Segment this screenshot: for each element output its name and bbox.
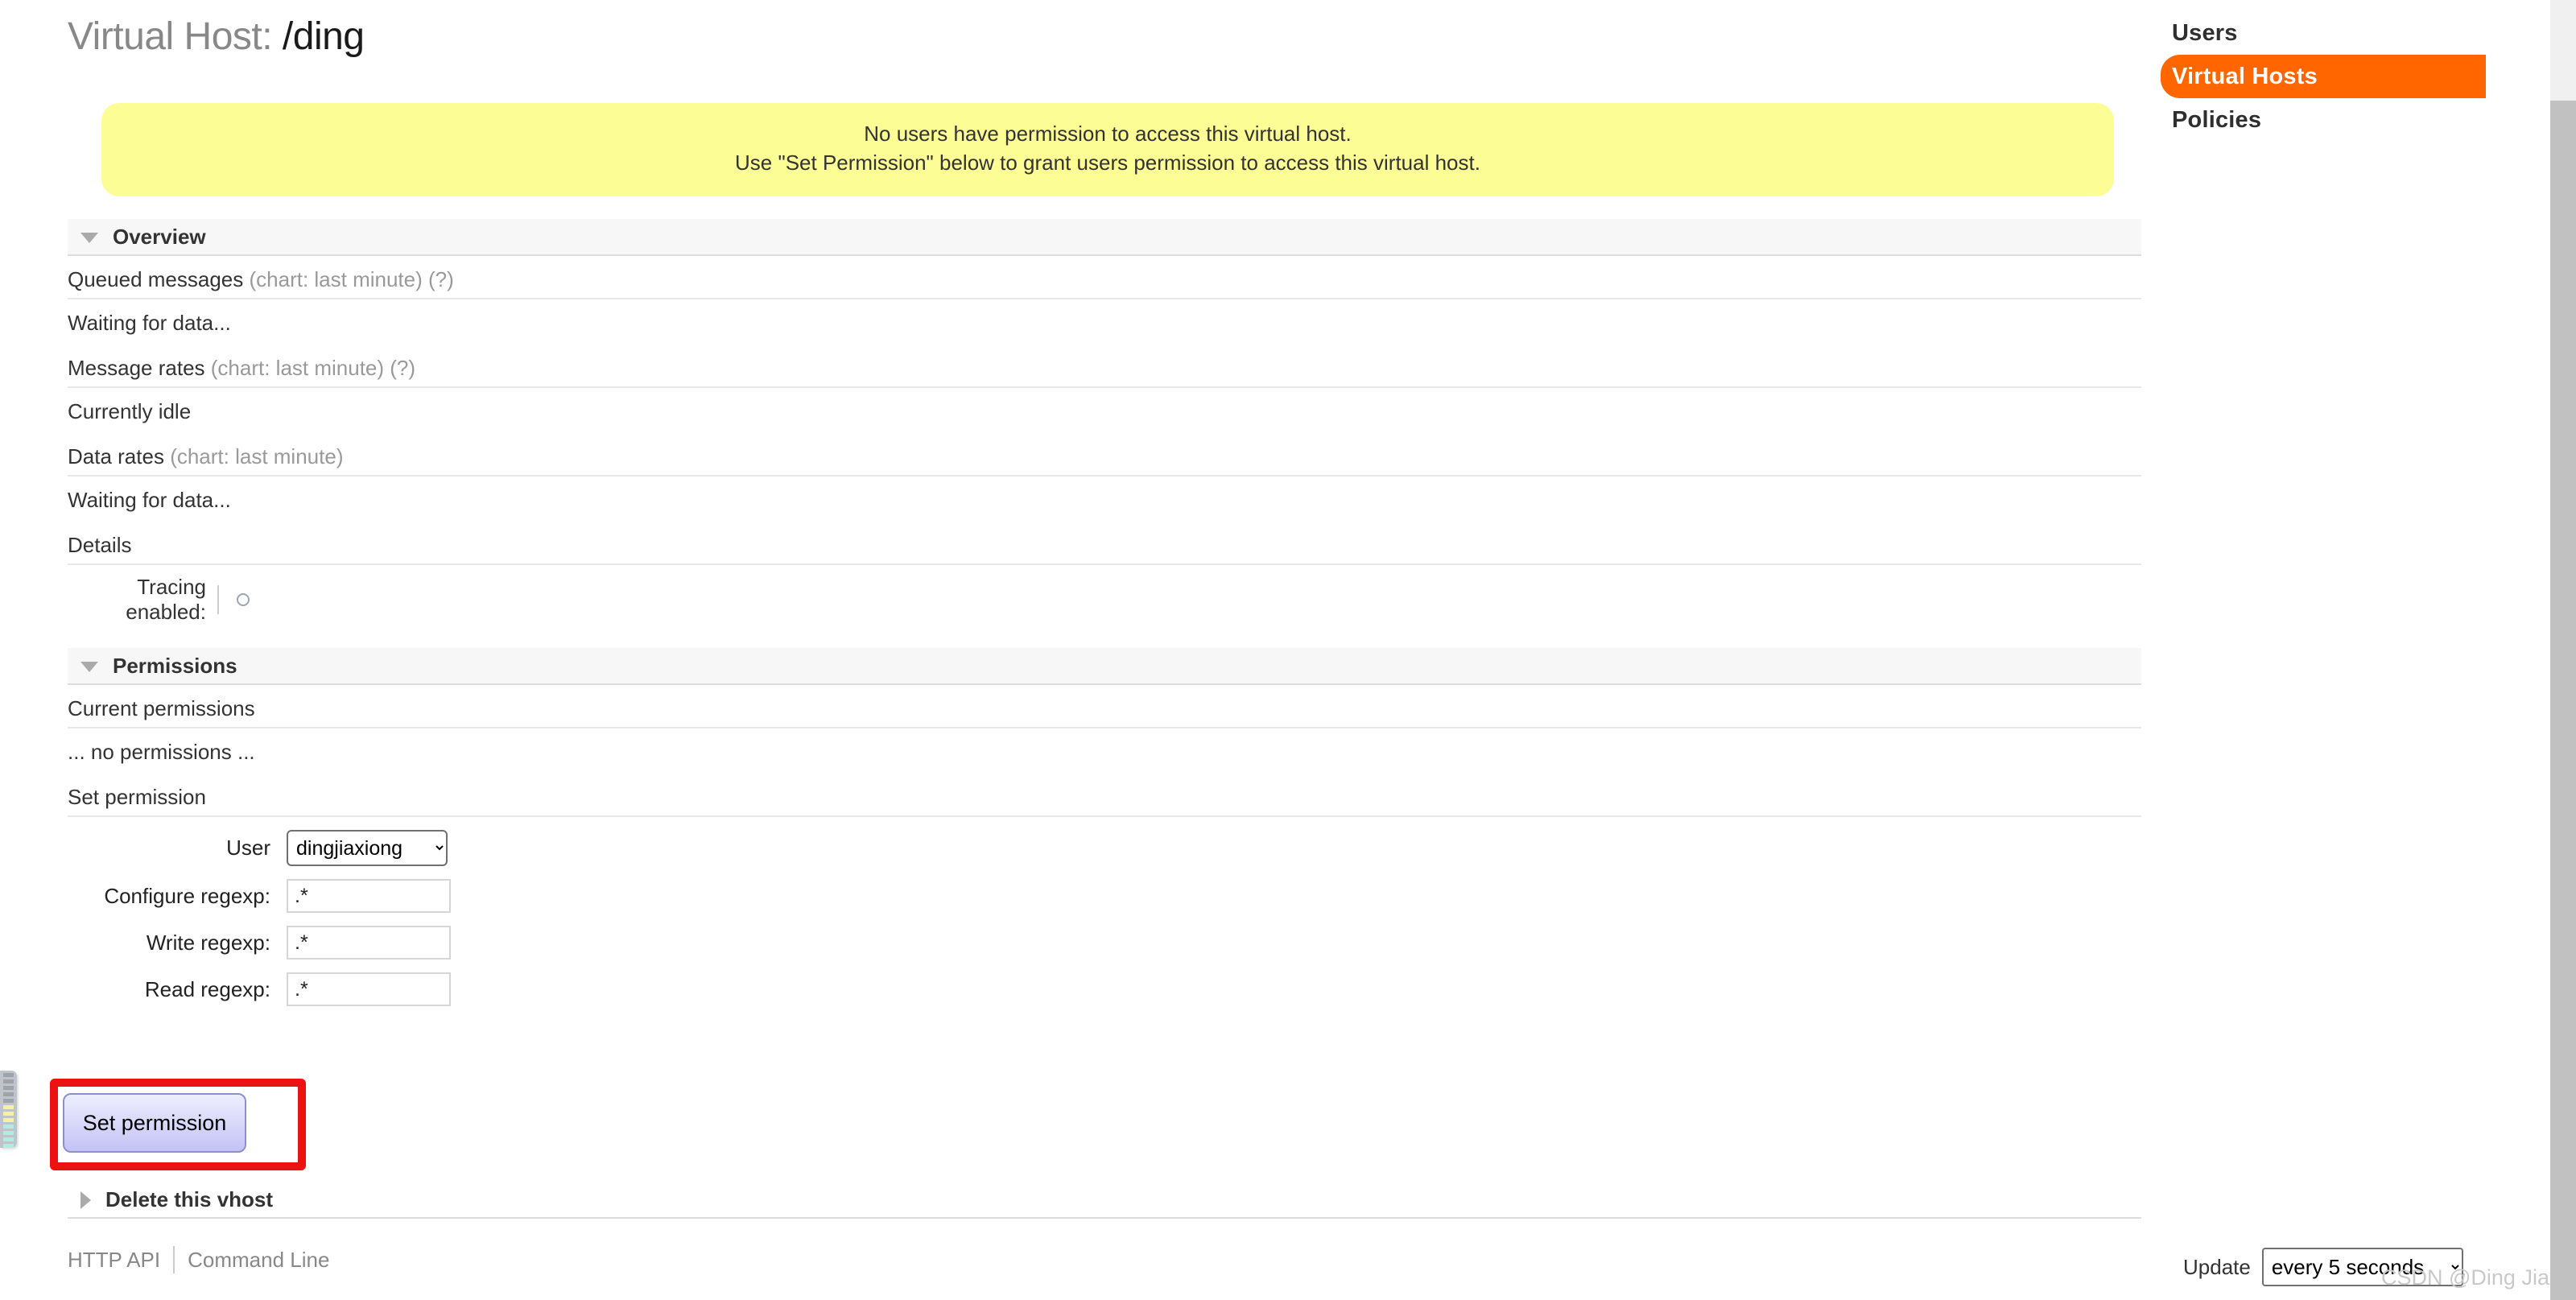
write-regexp-row: Write regexp: — [68, 926, 2141, 960]
data-rates-status: Waiting for data... — [68, 488, 231, 512]
sidebar-item-label: Users — [2172, 20, 2238, 46]
command-line-link[interactable]: Command Line — [188, 1248, 329, 1273]
tracing-enabled-row: Tracing enabled: — [68, 565, 2141, 633]
data-rates-note[interactable]: (chart: last minute) — [170, 444, 343, 468]
user-select[interactable]: dingjiaxiong — [287, 830, 448, 866]
overview-section-header[interactable]: Overview — [68, 219, 2141, 256]
delete-vhost-title: Delete this vhost — [105, 1187, 274, 1211]
sidebar-item-users[interactable]: Users — [2161, 11, 2550, 55]
handle-stripe — [3, 1086, 14, 1090]
configure-regexp-label: Configure regexp: — [104, 883, 270, 908]
queued-messages-note[interactable]: (chart: last minute) (?) — [249, 267, 453, 291]
queued-messages-label: Queued messages — [68, 267, 244, 291]
handle-stripe — [3, 1099, 14, 1103]
handle-stripe — [3, 1131, 14, 1135]
queued-messages-row: Queued messages (chart: last minute) (?) — [68, 256, 2141, 299]
sidebar-item-label: Policies — [2172, 107, 2262, 133]
permissions-section: Permissions Current permissions ... no p… — [68, 648, 2141, 1006]
warning-line-2: Use "Set Permission" below to grant user… — [735, 151, 1480, 175]
handle-stripe — [3, 1137, 14, 1141]
read-regexp-label: Read regexp: — [144, 976, 270, 1001]
message-rates-status: Currently idle — [68, 399, 192, 423]
handle-stripe — [3, 1144, 14, 1148]
page-root: Virtual Host: /ding No users have permis… — [0, 0, 2576, 1300]
update-label: Update — [2183, 1254, 2251, 1279]
read-regexp-input[interactable] — [287, 972, 451, 1006]
read-regexp-row: Read regexp: — [68, 972, 2141, 1006]
handle-stripe — [3, 1112, 14, 1116]
tracing-enabled-label: Tracing enabled: — [126, 575, 206, 624]
handle-stripe — [3, 1125, 14, 1129]
divider — [217, 585, 219, 614]
warning-line-1: No users have permission to access this … — [864, 122, 1352, 146]
sidebar-nav: Users Virtual Hosts Policies — [2161, 11, 2550, 142]
user-label: User — [226, 836, 270, 860]
left-edge-drag-handle[interactable] — [0, 1071, 17, 1148]
permissions-section-header[interactable]: Permissions — [68, 648, 2141, 685]
set-permission-label: Set permission — [68, 774, 2141, 817]
queued-messages-status: Waiting for data... — [68, 311, 231, 335]
overview-section-title: Overview — [113, 224, 206, 249]
handle-stripe — [3, 1079, 14, 1083]
delete-vhost-header[interactable]: Delete this vhost — [68, 1182, 2141, 1219]
main-content: Virtual Host: /ding No users have permis… — [0, 0, 2151, 1273]
configure-regexp-row: Configure regexp: — [68, 879, 2141, 913]
current-permissions-label: Current permissions — [68, 685, 2141, 728]
page-title: Virtual Host: /ding — [0, 0, 2151, 59]
data-rates-label: Data rates — [68, 444, 164, 468]
handle-stripe — [3, 1073, 14, 1077]
footer-links: HTTP API Command Line — [68, 1246, 329, 1273]
tracing-enabled-radio-icon[interactable] — [237, 593, 250, 606]
no-permission-warning: No users have permission to access this … — [101, 103, 2114, 196]
divider — [173, 1246, 175, 1273]
handle-stripe — [3, 1105, 14, 1109]
page-title-vhost: /ding — [282, 15, 365, 58]
write-regexp-input[interactable] — [287, 926, 451, 960]
set-permission-button[interactable]: Set permission — [63, 1093, 246, 1153]
message-rates-row: Message rates (chart: last minute) (?) — [68, 345, 2141, 388]
configure-regexp-input[interactable] — [287, 879, 451, 913]
scrollbar-thumb[interactable] — [2550, 101, 2576, 1300]
sidebar-item-virtual-hosts[interactable]: Virtual Hosts — [2161, 55, 2486, 98]
chevron-down-icon[interactable] — [80, 232, 98, 243]
message-rates-note[interactable]: (chart: last minute) (?) — [211, 356, 415, 380]
handle-stripe — [3, 1118, 14, 1122]
permissions-section-title: Permissions — [113, 653, 237, 678]
chevron-down-icon[interactable] — [80, 661, 98, 672]
handle-stripe — [3, 1092, 14, 1096]
chevron-right-icon[interactable] — [80, 1191, 91, 1209]
http-api-link[interactable]: HTTP API — [68, 1248, 160, 1273]
data-rates-row: Data rates (chart: last minute) — [68, 433, 2141, 477]
details-label: Details — [68, 522, 2141, 565]
sidebar-item-policies[interactable]: Policies — [2161, 98, 2550, 142]
current-permissions-value: ... no permissions ... — [68, 740, 255, 764]
message-rates-label: Message rates — [68, 356, 205, 380]
vertical-scrollbar[interactable] — [2550, 0, 2576, 1300]
page-title-prefix: Virtual Host: — [68, 15, 273, 58]
sidebar-item-label: Virtual Hosts — [2172, 64, 2318, 89]
update-interval-control: Update every 5 seconds — [2183, 1248, 2463, 1286]
overview-section: Overview Queued messages (chart: last mi… — [68, 219, 2141, 633]
delete-vhost-section: Delete this vhost — [68, 1182, 2141, 1219]
write-regexp-label: Write regexp: — [146, 930, 270, 955]
update-interval-select[interactable]: every 5 seconds — [2261, 1248, 2463, 1286]
user-field-row: User dingjiaxiong — [68, 830, 2141, 866]
